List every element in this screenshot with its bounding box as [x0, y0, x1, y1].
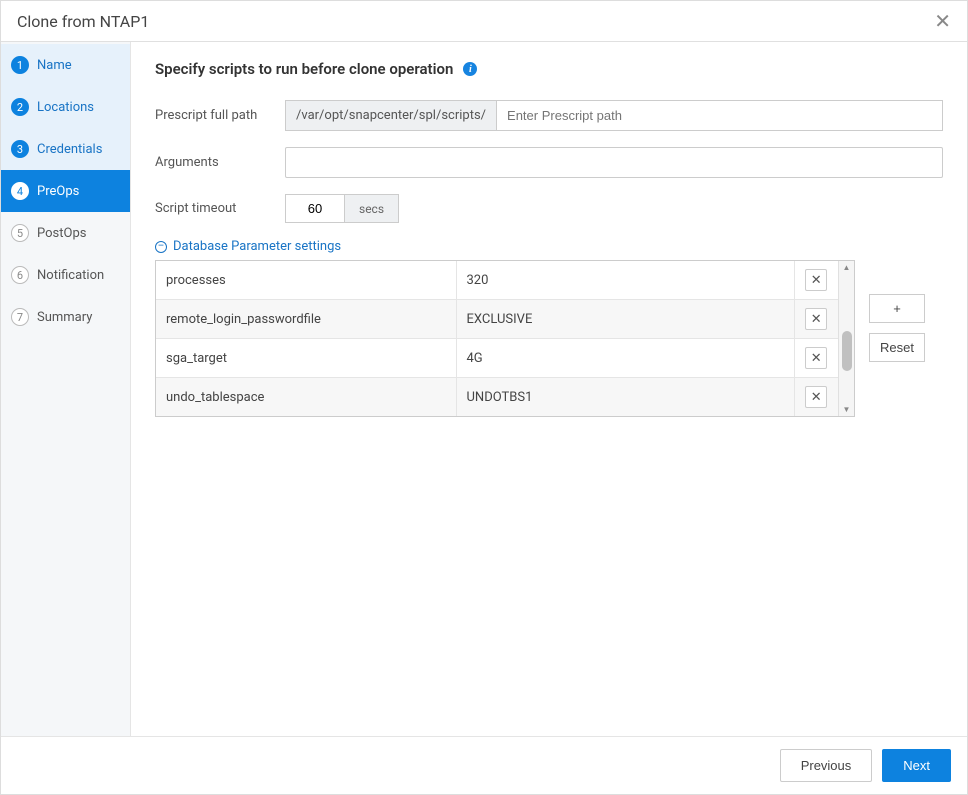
scroll-thumb[interactable] [842, 331, 852, 371]
param-side-actions: + Reset [869, 294, 925, 362]
timeout-label: Script timeout [155, 201, 285, 216]
close-icon[interactable]: ✕ [934, 11, 951, 31]
prescript-label: Prescript full path [155, 108, 285, 123]
db-params-area: processes 320 ✕ remote_login_passwordfil… [155, 260, 943, 417]
prescript-row: Prescript full path /var/opt/snapcenter/… [155, 100, 943, 131]
db-params-label: Database Parameter settings [173, 239, 341, 254]
param-value: 320 [456, 261, 794, 300]
prescript-path-prefix: /var/opt/snapcenter/spl/scripts/ [286, 101, 497, 130]
table-row[interactable]: undo_tablespace UNDOTBS1 ✕ [156, 378, 838, 417]
collapse-icon: – [155, 241, 167, 253]
prescript-path-group: /var/opt/snapcenter/spl/scripts/ [285, 100, 943, 131]
arguments-row: Arguments [155, 147, 943, 178]
param-key: remote_login_passwordfile [156, 300, 456, 339]
clone-dialog: Clone from NTAP1 ✕ 1 Name 2 Locations 3 … [0, 0, 968, 795]
table-row[interactable]: processes 320 ✕ [156, 261, 838, 300]
table-row[interactable]: remote_login_passwordfile EXCLUSIVE ✕ [156, 300, 838, 339]
add-param-button[interactable]: + [869, 294, 925, 323]
step-number: 7 [11, 308, 29, 326]
step-name[interactable]: 1 Name [1, 44, 130, 86]
step-number: 4 [11, 182, 29, 200]
step-number: 1 [11, 56, 29, 74]
param-key: undo_tablespace [156, 378, 456, 417]
delete-row-button[interactable]: ✕ [805, 347, 827, 369]
step-label: Name [37, 58, 72, 73]
delete-row-button[interactable]: ✕ [805, 308, 827, 330]
step-label: Summary [37, 310, 92, 325]
step-summary[interactable]: 7 Summary [1, 296, 130, 338]
step-locations[interactable]: 2 Locations [1, 86, 130, 128]
timeout-row: Script timeout secs [155, 194, 943, 223]
step-label: PreOps [37, 184, 79, 199]
step-label: Locations [37, 100, 94, 115]
section-title: Specify scripts to run before clone oper… [155, 60, 943, 78]
table-row[interactable]: sga_target 4G ✕ [156, 339, 838, 378]
param-value: 4G [456, 339, 794, 378]
step-notification[interactable]: 6 Notification [1, 254, 130, 296]
wizard-sidebar: 1 Name 2 Locations 3 Credentials 4 PreOp… [1, 42, 131, 736]
dialog-body: 1 Name 2 Locations 3 Credentials 4 PreOp… [1, 42, 967, 736]
timeout-input[interactable] [285, 194, 345, 223]
arguments-label: Arguments [155, 155, 285, 170]
step-preops[interactable]: 4 PreOps [1, 170, 130, 212]
step-number: 3 [11, 140, 29, 158]
step-postops[interactable]: 5 PostOps [1, 212, 130, 254]
scroll-down-icon[interactable]: ▼ [843, 405, 851, 414]
prescript-input[interactable] [497, 101, 942, 130]
dialog-title: Clone from NTAP1 [17, 12, 149, 31]
db-params-table-wrap: processes 320 ✕ remote_login_passwordfil… [155, 260, 855, 417]
previous-button[interactable]: Previous [780, 749, 873, 782]
info-icon[interactable]: i [463, 62, 477, 76]
scrollbar[interactable]: ▲ ▼ [838, 261, 854, 416]
step-label: PostOps [37, 226, 86, 241]
db-params-table: processes 320 ✕ remote_login_passwordfil… [156, 261, 838, 416]
dialog-footer: Previous Next [1, 736, 967, 794]
arguments-input[interactable] [285, 147, 943, 178]
timeout-unit: secs [345, 194, 399, 223]
param-key: processes [156, 261, 456, 300]
section-title-text: Specify scripts to run before clone oper… [155, 60, 453, 78]
reset-params-button[interactable]: Reset [869, 333, 925, 362]
next-button[interactable]: Next [882, 749, 951, 782]
step-number: 2 [11, 98, 29, 116]
step-number: 6 [11, 266, 29, 284]
param-key: sga_target [156, 339, 456, 378]
db-params-toggle[interactable]: – Database Parameter settings [155, 239, 943, 254]
param-value: EXCLUSIVE [456, 300, 794, 339]
param-value: UNDOTBS1 [456, 378, 794, 417]
step-credentials[interactable]: 3 Credentials [1, 128, 130, 170]
scroll-up-icon[interactable]: ▲ [843, 263, 851, 272]
main-panel: Specify scripts to run before clone oper… [131, 42, 967, 736]
delete-row-button[interactable]: ✕ [805, 269, 827, 291]
step-label: Credentials [37, 142, 102, 157]
step-number: 5 [11, 224, 29, 242]
timeout-group: secs [285, 194, 399, 223]
dialog-header: Clone from NTAP1 ✕ [1, 1, 967, 42]
step-label: Notification [37, 268, 104, 283]
delete-row-button[interactable]: ✕ [805, 386, 827, 408]
